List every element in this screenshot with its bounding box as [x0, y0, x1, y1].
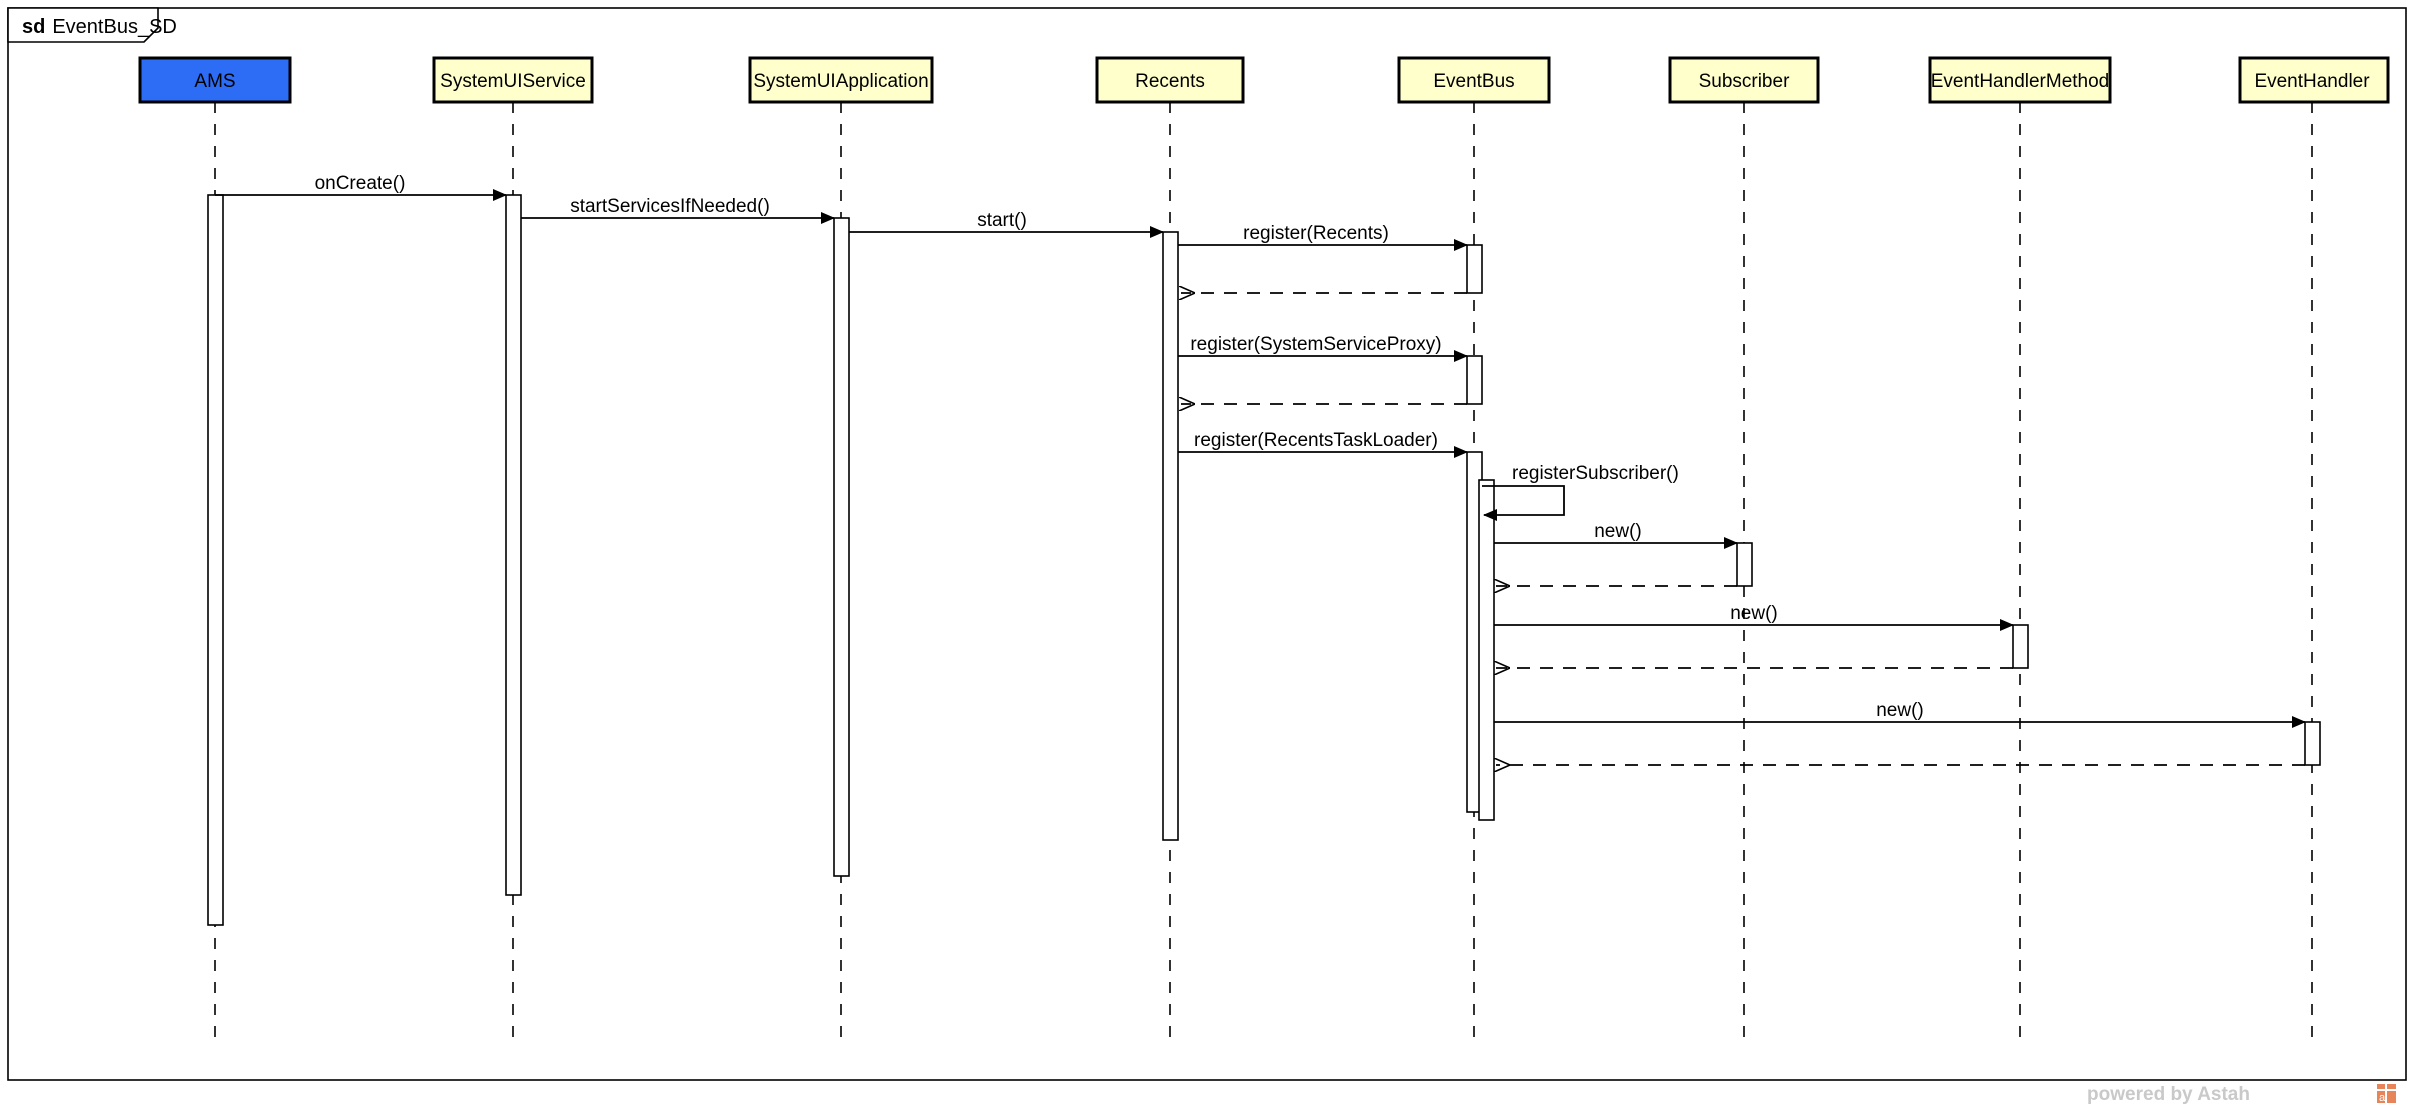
lifeline-label-ehm: EventHandlerMethod — [1931, 71, 2110, 92]
message-m8[interactable]: register(RecentsTaskLoader) — [1178, 430, 1468, 458]
activation-bar-act-bus-self — [1478, 479, 1495, 821]
activation-bar-act-bus-1 — [1466, 244, 1483, 294]
activation-bar-act-sua — [833, 217, 850, 877]
message-label-m6: register(SystemServiceProxy) — [1190, 334, 1441, 355]
lifeline-label-sus: SystemUIService — [440, 71, 586, 92]
message-label-m8: register(RecentsTaskLoader) — [1194, 430, 1438, 451]
activation-bar-act-bus-2 — [1466, 355, 1483, 405]
frame-keyword: sd — [22, 16, 45, 38]
message-m6[interactable]: register(SystemServiceProxy) — [1178, 334, 1468, 362]
message-label-m11: new() — [1730, 603, 1778, 624]
activation-bar-act-sus — [505, 194, 522, 896]
sequence-diagram-svg: sd EventBus_SD AMS SystemUIService SystemUI… — [0, 0, 2414, 1118]
activation-bar-act-eh — [2304, 721, 2321, 766]
message-label-m4: register(Recents) — [1243, 223, 1389, 244]
activation-bar-act-ams — [207, 194, 224, 926]
message-label-m1: onCreate() — [315, 173, 406, 194]
lifeline-label-eh: EventHandler — [2254, 71, 2370, 92]
message-label-m3: start() — [977, 210, 1027, 231]
frame-name: EventBus_SD — [52, 16, 177, 38]
message-label-m2: startServicesIfNeeded() — [570, 196, 770, 217]
svg-text:a: a — [2379, 1092, 2386, 1104]
lifeline-label-bus: EventBus — [1433, 71, 1514, 92]
lifeline-label-rec: Recents — [1135, 71, 1205, 92]
message-label-m9: new() — [1594, 521, 1642, 542]
astah-logo-icon: a — [2377, 1084, 2396, 1104]
canvas-background — [0, 0, 2414, 1118]
lifeline-label-ams: AMS — [194, 71, 235, 92]
lifeline-label-sub: Subscriber — [1699, 71, 1790, 92]
frame-label-text: sd EventBus_SD — [22, 16, 177, 38]
activation-bar-act-sub — [1736, 542, 1753, 587]
message-label-m13: new() — [1876, 700, 1924, 721]
sequence-diagram-canvas: sd EventBus_SD AMS SystemUIService SystemUI… — [0, 0, 2414, 1118]
self-message-label-sm1: registerSubscriber() — [1512, 463, 1679, 484]
lifeline-label-sua: SystemUIApplication — [753, 71, 928, 92]
watermark-text: powered by Astah — [2087, 1084, 2250, 1105]
activation-bar-act-rec — [1162, 231, 1179, 841]
activation-bar-act-ehm — [2012, 624, 2029, 669]
